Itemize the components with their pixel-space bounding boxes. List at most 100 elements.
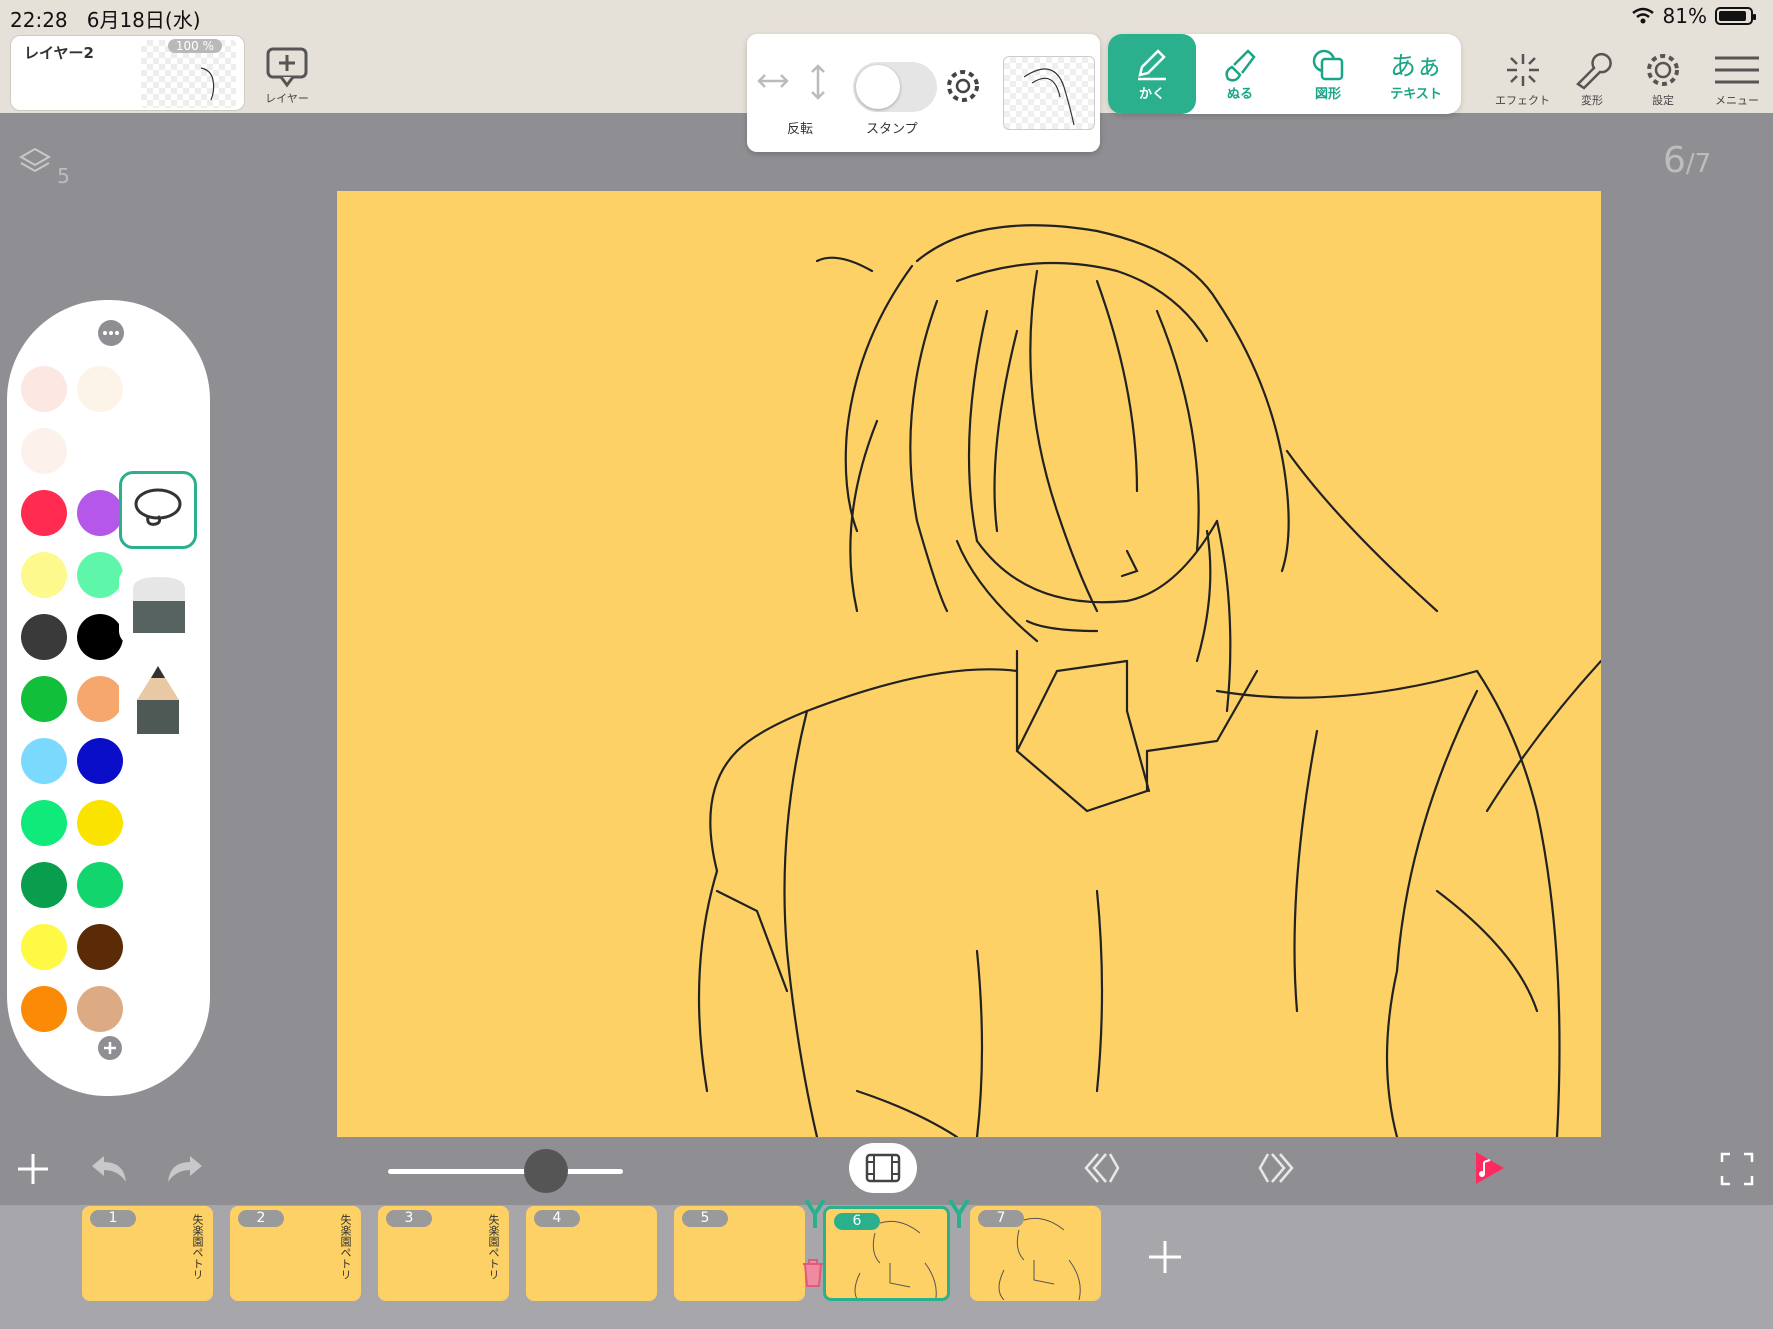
color-swatch[interactable] [21, 428, 67, 474]
color-swatch[interactable] [77, 738, 123, 784]
frame-thumbnail[interactable]: 1 失楽園ペトリ [82, 1206, 213, 1301]
color-swatch[interactable] [21, 924, 67, 970]
pencil-icon [1138, 48, 1166, 80]
effect-button[interactable]: エフェクト [1495, 50, 1550, 108]
settings-button[interactable]: 設定 [1643, 50, 1683, 108]
film-view-button[interactable] [849, 1143, 917, 1193]
hamburger-icon [1715, 56, 1759, 84]
frame-thumbnail[interactable]: 7 [970, 1206, 1101, 1301]
palette-more-icon[interactable] [97, 319, 125, 347]
layer-opacity-badge: 100 % [167, 39, 222, 53]
redo-icon[interactable] [164, 1148, 206, 1188]
color-swatch[interactable] [21, 862, 67, 908]
frame-number: 1 [90, 1210, 136, 1227]
color-swatch[interactable] [21, 490, 67, 536]
frame-sketch-preview [998, 1217, 1081, 1300]
gear-icon [1647, 54, 1679, 86]
tab-shape-label: 図形 [1314, 86, 1341, 102]
color-swatch[interactable] [21, 676, 67, 722]
color-swatch[interactable] [77, 986, 123, 1032]
color-swatch[interactable] [77, 614, 123, 660]
frame-number: 4 [534, 1210, 580, 1227]
color-swatch[interactable] [77, 676, 123, 722]
frame-title-text: 失楽園ペトリ [191, 1214, 204, 1280]
flip-label: 反転 [787, 122, 814, 137]
color-swatch[interactable] [21, 552, 67, 598]
frame-thumbnail[interactable]: 3 失楽園ペトリ [378, 1206, 509, 1301]
eraser-tool[interactable] [119, 567, 197, 645]
effect-label: エフェクト [1495, 94, 1550, 107]
frame-number: 3 [386, 1210, 432, 1227]
frame-thumbnail[interactable]: 2 失楽園ペトリ [230, 1206, 361, 1301]
transform-label: 変形 [1581, 94, 1603, 107]
page-counter: 6/7 [1663, 140, 1712, 181]
transform-button[interactable]: 変形 [1572, 50, 1612, 108]
color-swatch[interactable] [77, 924, 123, 970]
tab-text[interactable]: あぁ テキスト [1372, 34, 1460, 114]
lasso-icon [134, 488, 182, 526]
pencil-tool[interactable] [119, 660, 197, 738]
color-swatch[interactable] [77, 490, 123, 536]
color-swatch[interactable] [77, 800, 123, 846]
color-swatch[interactable] [21, 366, 67, 412]
wrench-icon [1576, 52, 1612, 90]
tab-shape[interactable]: 図形 [1284, 34, 1372, 114]
lasso-tool[interactable] [119, 471, 197, 549]
settings-label: 設定 [1652, 94, 1674, 107]
frame-number: 5 [682, 1210, 728, 1227]
layer-stack-indicator[interactable]: 5 [18, 145, 70, 188]
tab-draw-label: かく [1138, 86, 1165, 102]
delete-frame-icon[interactable] [801, 1258, 825, 1288]
tool-tabs: かく ぬる 図形 あぁ テキスト [1108, 34, 1461, 114]
frame-range-start-marker[interactable] [804, 1198, 826, 1230]
add-layer-icon [266, 47, 308, 88]
add-frame-plus-icon[interactable] [14, 1150, 52, 1188]
frame-thumbnail[interactable]: 5 [674, 1206, 805, 1301]
frame-thumbnail[interactable]: 6 [823, 1206, 950, 1301]
color-swatch[interactable] [77, 552, 123, 598]
shape-icon [1312, 49, 1344, 80]
flip-horizontal-icon[interactable] [755, 66, 791, 96]
wifi-icon [1631, 7, 1654, 24]
frame-slider-knob[interactable] [524, 1149, 568, 1193]
play-icon[interactable] [1468, 1148, 1508, 1188]
prev-frame-icon[interactable] [1082, 1150, 1122, 1186]
current-layer-card[interactable]: レイヤー2 100 % [10, 35, 245, 111]
brush-fill-icon [1225, 48, 1256, 82]
stamp-toggle[interactable] [853, 62, 937, 112]
battery-percent: 81% [1662, 4, 1707, 28]
add-color-icon[interactable] [97, 1035, 123, 1061]
color-swatch[interactable] [77, 428, 123, 474]
tab-draw[interactable]: かく [1108, 34, 1196, 114]
status-time: 22:28 6月18日(水) [10, 4, 201, 33]
brush-preview[interactable] [1003, 56, 1095, 130]
tab-text-label: テキスト [1390, 87, 1442, 102]
date: 6月18日(水) [86, 8, 201, 32]
tab-fill[interactable]: ぬる [1196, 34, 1284, 114]
frame-range-end-marker[interactable] [948, 1198, 970, 1230]
drawing-canvas[interactable] [337, 191, 1601, 1137]
eraser-icon [133, 577, 185, 633]
color-swatch[interactable] [77, 366, 123, 412]
flip-vertical-icon[interactable] [803, 62, 833, 102]
page-total: 7 [1694, 149, 1712, 179]
frame-number: 2 [238, 1210, 284, 1227]
add-frame-icon[interactable] [1145, 1237, 1185, 1277]
frame-slider-track[interactable] [388, 1169, 623, 1174]
color-swatch[interactable] [21, 986, 67, 1032]
color-swatch[interactable] [21, 738, 67, 784]
next-frame-icon[interactable] [1256, 1150, 1296, 1186]
fullscreen-icon[interactable] [1720, 1152, 1754, 1186]
undo-icon[interactable] [88, 1148, 130, 1188]
clock: 22:28 [10, 8, 68, 32]
sketch-drawing [697, 224, 1601, 1137]
tab-fill-label: ぬる [1226, 86, 1253, 102]
add-layer-button[interactable]: レイヤー [265, 46, 309, 106]
menu-button[interactable]: メニュー [1713, 50, 1761, 108]
pen-settings-gear-icon[interactable] [943, 66, 983, 106]
color-swatch[interactable] [77, 862, 123, 908]
color-swatch[interactable] [21, 800, 67, 846]
color-swatch[interactable] [21, 614, 67, 660]
frame-thumbnail[interactable]: 4 [526, 1206, 657, 1301]
pencil-tool-icon [137, 666, 179, 734]
